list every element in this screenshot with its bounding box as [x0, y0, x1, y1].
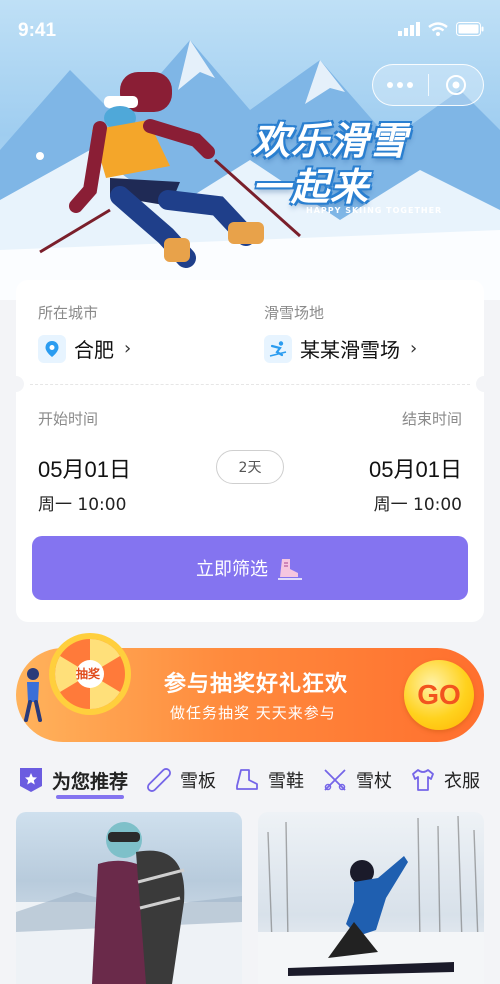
tab-label: 雪杖: [356, 771, 393, 792]
filter-button-label: 立即筛选: [196, 559, 268, 580]
signal-icon: [398, 22, 420, 36]
card-notch-left: [8, 376, 24, 392]
chevron-right-icon: ›: [410, 338, 418, 359]
card-divider: [30, 384, 470, 385]
snowboarder-photo: [16, 822, 242, 984]
status-bar: 9:41: [0, 0, 500, 56]
wifi-icon: [428, 22, 448, 36]
start-time-label: 开始时间: [38, 410, 99, 428]
tab-boots[interactable]: 雪鞋: [234, 767, 304, 793]
category-tabs: 为您推荐 雪板 雪鞋 雪杖 衣服: [18, 762, 498, 799]
tab-label: 为您推荐: [52, 767, 128, 799]
shirt-icon: [412, 769, 434, 791]
skier-icon: [264, 334, 292, 363]
card-notch-right: [476, 376, 492, 392]
hero-banner: 9:41 欢乐滑雪 一起来 HAPPY SKIING TOGETHER: [0, 0, 500, 300]
snowboard-icon: [147, 768, 171, 792]
chevron-right-icon: ›: [124, 338, 132, 359]
status-time: 9:41: [18, 20, 57, 41]
end-date[interactable]: 05月01日: [369, 452, 462, 484]
go-button[interactable]: GO: [404, 660, 474, 730]
end-weekday-time[interactable]: 周一 10:00: [374, 490, 462, 515]
venue-label: 滑雪场地: [264, 304, 325, 322]
status-icons: [398, 22, 484, 36]
tab-snowboard[interactable]: 雪板: [146, 767, 216, 793]
city-selector[interactable]: 合肥 ›: [38, 334, 131, 363]
tab-label: 雪鞋: [268, 771, 305, 792]
ski-boot-icon: [278, 559, 302, 580]
tab-recommended[interactable]: 为您推荐: [18, 766, 128, 799]
more-menu-icon[interactable]: [373, 65, 428, 105]
boot-icon: [236, 769, 258, 790]
hero-title-line1: 欢乐滑雪: [252, 119, 409, 163]
prize-wheel: 抽奖: [48, 632, 132, 716]
person-icon: [24, 668, 42, 722]
location-pin-icon: [38, 334, 66, 363]
snowboarder-photo: [258, 815, 484, 984]
promo-subtitle: 做任务抽奖 天天来参与: [170, 704, 336, 722]
end-time-label: 结束时间: [401, 410, 462, 428]
product-card-image-2[interactable]: [258, 812, 484, 984]
tab-poles[interactable]: 雪杖: [322, 767, 392, 793]
venue-value: 某某滑雪场: [300, 338, 400, 362]
lottery-promo-banner[interactable]: 抽奖 参与抽奖好礼狂欢 做任务抽奖 天天来参与 GO: [16, 633, 484, 742]
start-date[interactable]: 05月01日: [38, 452, 131, 484]
tab-label: 衣服: [444, 771, 481, 792]
duration-badge: 2天: [216, 450, 284, 484]
booking-card: 所在城市 合肥 › 滑雪场地 某某滑雪场 › 开始时间 结束时间 05月01日 …: [8, 280, 492, 622]
star-badge-icon: [20, 768, 42, 792]
promo-title: 参与抽奖好礼狂欢: [164, 672, 349, 697]
filter-button[interactable]: 立即筛选: [32, 536, 468, 600]
city-label: 所在城市: [38, 304, 99, 322]
wheel-label: 抽奖: [76, 667, 101, 681]
start-weekday-time[interactable]: 周一 10:00: [38, 490, 126, 515]
hero-title: 欢乐滑雪 一起来 HAPPY SKIING TOGETHER: [248, 118, 448, 215]
tab-clothing[interactable]: 衣服: [410, 767, 480, 793]
close-target-icon[interactable]: [428, 65, 483, 105]
battery-icon: [456, 22, 484, 36]
product-card-image-1[interactable]: [16, 812, 242, 984]
tab-label: 雪板: [180, 771, 217, 792]
ski-poles-icon: [324, 769, 346, 791]
city-value: 合肥: [74, 338, 114, 362]
hero-title-line2: 一起来: [252, 165, 370, 209]
venue-selector[interactable]: 某某滑雪场 ›: [264, 334, 417, 363]
mini-program-capsule: [372, 64, 484, 106]
